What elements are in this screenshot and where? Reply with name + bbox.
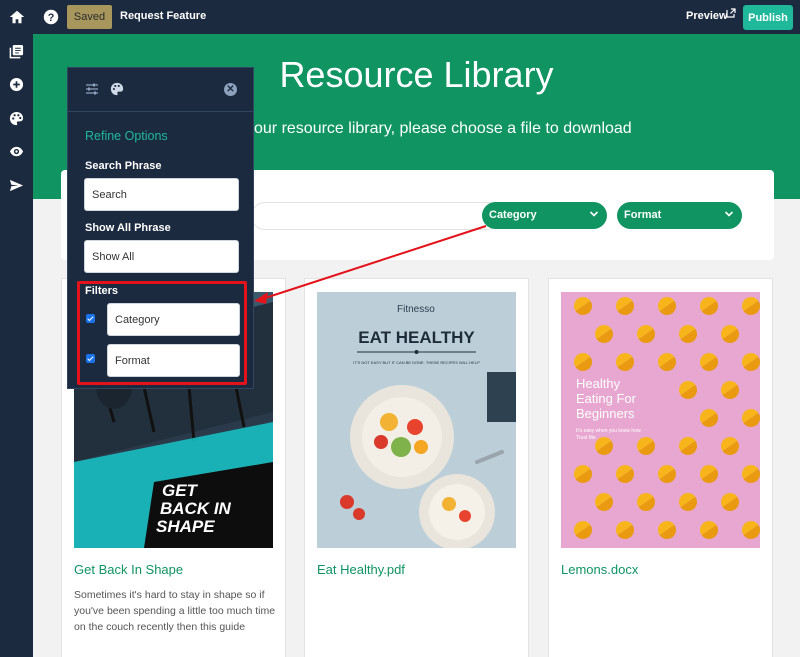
library-icon[interactable] bbox=[9, 44, 24, 59]
panel-toolbar: ✕ bbox=[68, 68, 253, 112]
svg-text:It's easy when you know how.: It's easy when you know how. bbox=[576, 428, 642, 434]
card-title[interactable]: Get Back In Shape bbox=[74, 562, 183, 577]
svg-text:Healthy: Healthy bbox=[576, 376, 621, 391]
refine-options-panel: ✕ Refine Options Search Phrase Search Sh… bbox=[67, 67, 254, 389]
cover-subtitle: IT'S NOT EASY BUT IT CAN BE DONE. THESE … bbox=[353, 360, 480, 365]
search-phrase-label: Search Phrase bbox=[85, 160, 162, 172]
category-filter-checkbox[interactable] bbox=[86, 314, 95, 323]
category-dropdown-label: Category bbox=[489, 209, 537, 221]
chevron-down-icon bbox=[589, 211, 599, 217]
show-all-label: Show All Phrase bbox=[85, 222, 171, 234]
eye-icon[interactable] bbox=[9, 144, 24, 159]
add-icon[interactable] bbox=[9, 77, 24, 92]
card-cover-image: Fitnesso EAT HEALTHY IT'S NOT EASY BUT I… bbox=[317, 292, 516, 548]
show-all-field[interactable]: Show All bbox=[84, 240, 239, 273]
format-filter-checkbox[interactable] bbox=[86, 354, 95, 363]
saved-button[interactable]: Saved bbox=[67, 5, 112, 29]
svg-text:?: ? bbox=[48, 12, 55, 24]
request-feature-link[interactable]: Request Feature bbox=[120, 10, 206, 22]
svg-text:BACK IN: BACK IN bbox=[160, 499, 232, 518]
home-icon[interactable] bbox=[8, 8, 26, 26]
top-bar: ? Saved Request Feature Preview Publish bbox=[0, 0, 800, 34]
palette-icon[interactable] bbox=[9, 111, 24, 126]
category-filter-field[interactable]: Category bbox=[107, 303, 240, 336]
send-icon[interactable] bbox=[9, 178, 24, 193]
card-description: Sometimes it's hard to stay in shape so … bbox=[74, 589, 276, 633]
palette-icon[interactable] bbox=[110, 82, 124, 96]
card-title[interactable]: Lemons.docx bbox=[561, 562, 638, 577]
filters-label: Filters bbox=[85, 285, 119, 297]
cover-title: EAT HEALTHY bbox=[358, 328, 475, 347]
svg-text:Beginners: Beginners bbox=[576, 406, 635, 421]
publish-button[interactable]: Publish bbox=[743, 5, 793, 30]
close-icon[interactable]: ✕ bbox=[224, 83, 237, 96]
left-rail bbox=[0, 34, 33, 657]
resource-card[interactable]: Fitnesso EAT HEALTHY IT'S NOT EASY BUT I… bbox=[304, 278, 529, 657]
svg-text:Trust Me.: Trust Me. bbox=[576, 435, 597, 441]
svg-text:SHAPE: SHAPE bbox=[156, 517, 215, 536]
svg-text:GET: GET bbox=[162, 481, 199, 500]
card-title[interactable]: Eat Healthy.pdf bbox=[317, 562, 405, 577]
preview-link[interactable]: Preview bbox=[686, 10, 728, 22]
page-subtitle: our resource library, please choose a fi… bbox=[254, 120, 632, 137]
panel-heading: Refine Options bbox=[85, 129, 168, 143]
help-icon[interactable]: ? bbox=[42, 8, 60, 26]
format-dropdown[interactable]: Format bbox=[617, 202, 742, 229]
search-input[interactable] bbox=[251, 202, 501, 230]
chevron-down-icon bbox=[724, 211, 734, 217]
cover-brand: Fitnesso bbox=[397, 304, 435, 315]
format-filter-field[interactable]: Format bbox=[107, 344, 240, 377]
search-phrase-field[interactable]: Search bbox=[84, 178, 239, 211]
svg-text:Eating For: Eating For bbox=[576, 391, 637, 406]
resource-card[interactable]: Healthy Eating For Beginners It's easy w… bbox=[548, 278, 773, 657]
card-cover-image: Healthy Eating For Beginners It's easy w… bbox=[561, 292, 760, 548]
format-dropdown-label: Format bbox=[624, 209, 662, 221]
sliders-icon[interactable] bbox=[85, 82, 99, 96]
external-link-icon bbox=[726, 8, 736, 18]
category-dropdown[interactable]: Category bbox=[482, 202, 607, 229]
